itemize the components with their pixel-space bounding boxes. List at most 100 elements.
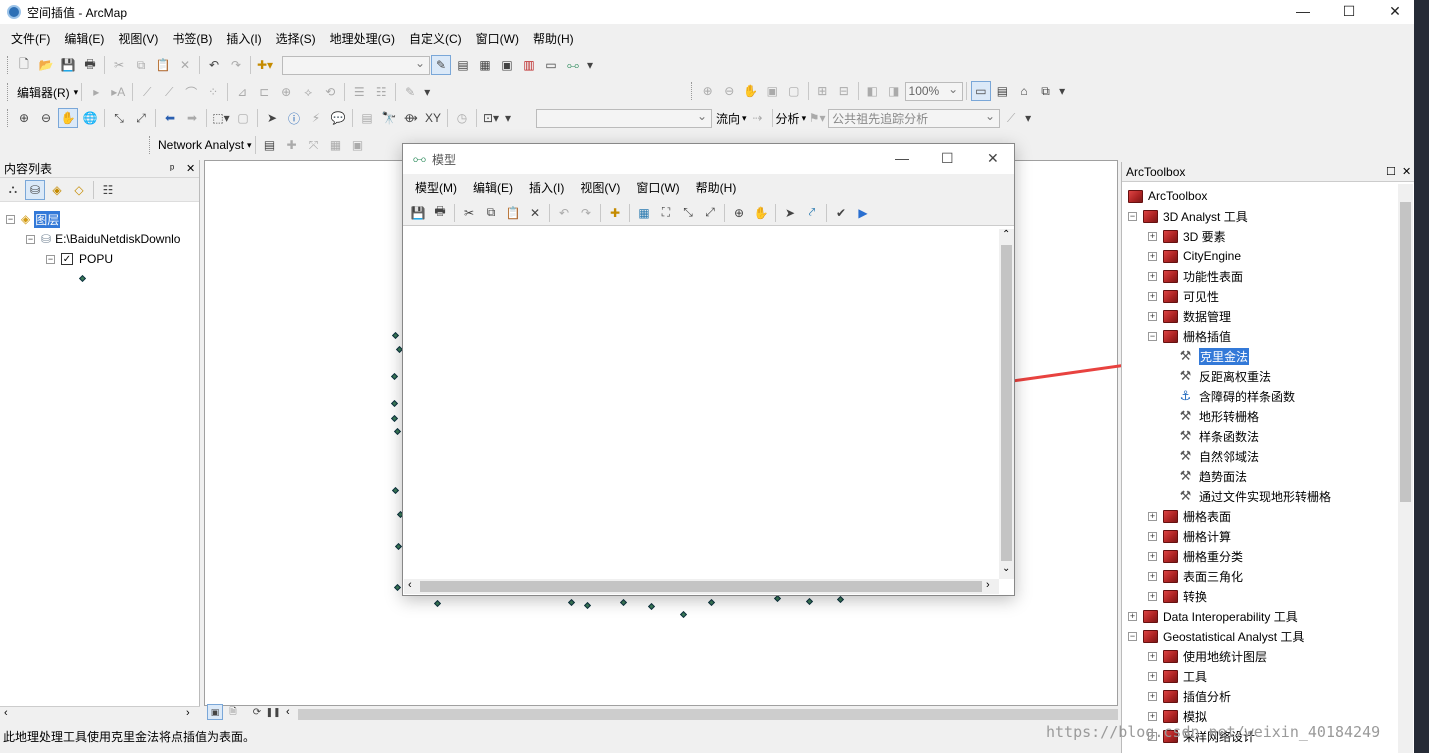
collapse-icon[interactable]: − [26,234,35,244]
toolbar-overflow-icon[interactable]: ▾ [585,55,595,75]
toolbox-item[interactable]: ⚒ 样条函数法 [1178,427,1259,445]
new-document-icon[interactable]: 🗋 [14,55,34,75]
model-menu-view[interactable]: 视图(V) [572,179,628,196]
cut-polygons-icon[interactable]: ⊕ [276,82,296,102]
menu-view[interactable]: 视图(V) [111,30,165,47]
model-maximize-button[interactable]: ☐ [941,150,954,167]
focus-data-frame-icon[interactable]: ▤ [993,81,1013,101]
trace-flag-icon[interactable]: ⚑▾ [807,108,827,128]
back-extent-icon[interactable]: ⬅ [160,108,180,128]
python-window-icon[interactable]: ▭ [541,55,561,75]
model-vscroll-thumb[interactable] [1001,245,1012,561]
save-icon[interactable]: 💾 [408,203,428,223]
search-window-icon[interactable]: ▣ [497,55,517,75]
layout-view-icon[interactable]: 🗎 [225,704,241,720]
clear-selection-icon[interactable]: ▢ [233,108,253,128]
model-close-button[interactable]: ✕ [987,150,999,167]
list-by-selection-icon[interactable]: ◇ [69,180,89,200]
sketch-properties-icon[interactable]: ☷ [371,82,391,102]
delete-icon[interactable]: ✕ [175,55,195,75]
redo-icon[interactable]: ↷ [576,203,596,223]
expand-icon[interactable]: + [1148,571,1157,581]
full-extent-icon[interactable]: ⛶ [656,203,676,223]
fixed-zoom-in-icon[interactable]: ⊞ [813,81,833,101]
toolbar-overflow-icon[interactable]: ▾ [422,82,432,102]
zoom-percent-combo[interactable]: 100% [904,81,964,101]
toolbox-item[interactable]: ⚒ 通过文件实现地形转栅格 [1178,487,1331,505]
toolbox-item[interactable]: + 功能性表面 [1148,267,1243,285]
html-popup-icon[interactable]: 💬 [328,108,348,128]
menu-edit[interactable]: 编辑(E) [57,30,111,47]
layer-visibility-checkbox[interactable]: ✓ [61,253,73,265]
select-features-icon[interactable]: ⬚▾ [211,108,231,128]
open-folder-icon[interactable]: 📂 [36,55,56,75]
toggle-draft-mode-icon[interactable]: ▭ [971,81,991,101]
pin-icon[interactable]: ᵖ [170,163,174,175]
model-vertical-scrollbar[interactable]: ⌃ ⌄ [999,229,1014,579]
identify-icon[interactable]: ⓘ [284,108,304,128]
zoom-out-icon[interactable]: ⊖ [36,108,56,128]
copy-icon[interactable]: ⧉ [131,55,151,75]
auto-layout-icon[interactable]: ▦ [634,203,654,223]
previous-extent-icon[interactable]: ◧ [863,81,883,101]
toolbar-overflow-icon[interactable]: ▾ [1057,81,1067,101]
go-to-xy-icon[interactable]: XY [423,108,443,128]
pause-drawing-icon[interactable]: ❚❚ [265,704,281,720]
menu-geoprocessing[interactable]: 地理处理(G) [323,30,402,47]
expand-icon[interactable]: + [1148,531,1157,541]
toolbox-item[interactable]: − 栅格插值 [1148,327,1231,345]
menu-selection[interactable]: 选择(S) [269,30,323,47]
toolbar-overflow-icon[interactable]: ▾ [503,108,513,128]
model-menu-edit[interactable]: 编辑(E) [465,179,521,196]
network-analyst-menu[interactable]: Network Analyst [158,138,244,152]
close-icon[interactable]: ✕ [186,162,195,175]
cut-icon[interactable]: ✂ [109,55,129,75]
layout-pan-icon[interactable]: ✋ [741,81,761,101]
expand-icon[interactable]: + [1148,311,1157,321]
pan-icon[interactable]: ✋ [751,203,771,223]
model-menu-insert[interactable]: 插入(I) [521,179,572,196]
model-horizontal-scrollbar[interactable]: ‹ › [404,579,999,594]
model-menu-model[interactable]: 模型(M) [407,179,465,196]
toolbox-root[interactable]: ArcToolbox [1128,187,1207,205]
edit-tool-icon[interactable]: ▸ [86,82,106,102]
toc-horizontal-scrollbar[interactable]: ‹ › [0,706,200,722]
expand-icon[interactable]: + [1148,551,1157,561]
model-menu-window[interactable]: 窗口(W) [628,179,687,196]
toolbox-item[interactable]: + 工具 [1148,667,1207,685]
rotate-icon[interactable]: ⟲ [320,82,340,102]
data-driven-pages-icon[interactable]: ⧉ [1036,81,1056,101]
toolbox-item[interactable]: ⚒ 反距离权重法 [1178,367,1271,385]
model-minimize-button[interactable]: — [895,150,909,166]
flow-arrows-icon[interactable]: ⇢ [748,108,768,128]
layout-zoom-out-icon[interactable]: ⊖ [719,81,739,101]
create-features-icon[interactable]: ✎ [400,82,420,102]
expand-icon[interactable]: + [1128,611,1137,621]
reshape-icon[interactable]: ⊏ [254,82,274,102]
tree-data-source[interactable]: − ⛁ E:\BaiduNetdiskDownlo [26,230,180,248]
geometric-network-combo[interactable] [536,108,712,128]
paste-icon[interactable]: 📋 [503,203,523,223]
table-of-contents-icon[interactable]: ▤ [453,55,473,75]
map-horizontal-scroll-thumb[interactable] [298,709,1118,720]
solve-icon[interactable]: ⟋ [1001,108,1021,128]
menu-window[interactable]: 窗口(W) [469,30,526,47]
paste-icon[interactable]: 📋 [153,55,173,75]
toolbox-item[interactable]: + 表面三角化 [1148,567,1243,585]
list-by-source-icon[interactable]: ⛁ [25,179,45,200]
split-icon[interactable]: ⟡ [298,82,318,102]
solve-network-icon[interactable]: ▣ [348,135,368,155]
trace-task-combo[interactable]: 公共祖先追踪分析 [828,108,1001,128]
change-layout-icon[interactable]: ⌂ [1014,81,1034,101]
list-by-visibility-icon[interactable]: ◈ [47,180,67,200]
undo-icon[interactable]: ↶ [554,203,574,223]
toolbox-item[interactable]: + 使用地统计图层 [1148,647,1267,665]
edit-vertices-icon[interactable]: ⊿ [232,82,252,102]
add-data-icon[interactable]: ✚ [605,203,625,223]
expand-icon[interactable]: + [1148,591,1157,601]
toolbox-item[interactable]: + 栅格表面 [1148,507,1231,525]
collapse-icon[interactable]: − [1128,631,1137,641]
copy-icon[interactable]: ⧉ [481,203,501,223]
time-slider-icon[interactable]: ◷ [452,108,472,128]
collapse-icon[interactable]: − [46,254,55,264]
